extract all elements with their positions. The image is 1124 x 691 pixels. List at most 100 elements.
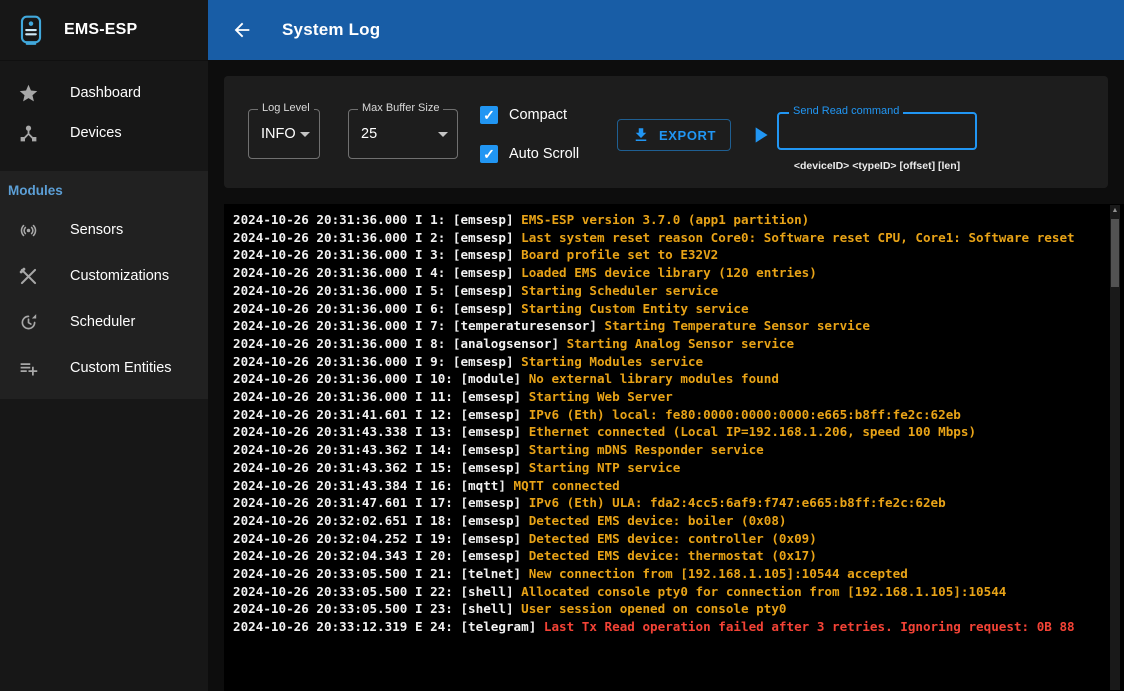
- max-buffer-size-select[interactable]: Max Buffer Size 25: [348, 109, 458, 159]
- log-console[interactable]: 2024-10-26 20:31:36.000 I 1: [emsesp] EM…: [224, 204, 1124, 691]
- top-app-bar: System Log: [208, 0, 1124, 60]
- log-line-message: Last Tx Read operation failed after 3 re…: [544, 619, 1075, 634]
- sidebar-item-devices[interactable]: Devices: [0, 113, 208, 153]
- schedule-update-icon: [16, 310, 40, 334]
- send-read-command-label: Send Read command: [789, 105, 903, 117]
- content: Log Level INFO Max Buffer Size 25 Compac…: [208, 60, 1124, 691]
- log-line-prefix: 2024-10-26 20:31:36.000 I 4: [emsesp]: [233, 265, 521, 280]
- page-title: System Log: [282, 20, 380, 40]
- log-line-prefix: 2024-10-26 20:33:12.319 E 24: [telegram]: [233, 619, 544, 634]
- log-lines: 2024-10-26 20:31:36.000 I 1: [emsesp] EM…: [224, 204, 1124, 636]
- log-line-prefix: 2024-10-26 20:31:36.000 I 2: [emsesp]: [233, 230, 521, 245]
- log-line: 2024-10-26 20:31:43.362 I 15: [emsesp] S…: [233, 459, 1108, 477]
- max-buffer-size-label: Max Buffer Size: [358, 102, 443, 114]
- log-line-prefix: 2024-10-26 20:32:02.651 I 18: [emsesp]: [233, 513, 529, 528]
- log-line-message: EMS-ESP version 3.7.0 (app1 partition): [521, 212, 809, 227]
- log-line: 2024-10-26 20:33:05.500 I 22: [shell] Al…: [233, 583, 1108, 601]
- log-line: 2024-10-26 20:31:36.000 I 9: [emsesp] St…: [233, 353, 1108, 371]
- app-logo-icon: [14, 13, 48, 47]
- log-line-message: New connection from [192.168.1.105]:1054…: [529, 566, 908, 581]
- send-read-command-field: Send Read command: [777, 112, 977, 150]
- sidebar-item-sensors[interactable]: Sensors: [0, 207, 208, 253]
- log-line-message: Last system reset reason Core0: Software…: [521, 230, 1075, 245]
- log-line-message: Loaded EMS device library (120 entries): [521, 265, 817, 280]
- log-line-message: Starting Modules service: [521, 354, 703, 369]
- send-read-command-input[interactable]: [779, 114, 975, 148]
- log-line: 2024-10-26 20:31:36.000 I 7: [temperatur…: [233, 317, 1108, 335]
- log-line-prefix: 2024-10-26 20:31:43.362 I 14: [emsesp]: [233, 442, 529, 457]
- log-line: 2024-10-26 20:32:04.343 I 20: [emsesp] D…: [233, 547, 1108, 565]
- log-level-select[interactable]: Log Level INFO: [248, 109, 320, 159]
- log-line-prefix: 2024-10-26 20:31:41.601 I 12: [emsesp]: [233, 407, 529, 422]
- log-line-message: Starting Web Server: [529, 389, 673, 404]
- sidebar-item-dashboard[interactable]: Dashboard: [0, 73, 208, 113]
- auto-scroll-checkbox-label: Auto Scroll: [509, 146, 579, 162]
- back-button[interactable]: [230, 18, 254, 42]
- app-name: EMS-ESP: [64, 21, 137, 39]
- modules-section-header: Modules: [0, 173, 208, 207]
- log-line: 2024-10-26 20:31:36.000 I 11: [emsesp] S…: [233, 388, 1108, 406]
- log-line-message: Ethernet connected (Local IP=192.168.1.2…: [529, 424, 976, 439]
- log-line-message: MQTT connected: [514, 478, 620, 493]
- compact-checkbox-row: Compact: [480, 103, 567, 127]
- log-line-message: Starting Temperature Sensor service: [605, 318, 870, 333]
- log-line: 2024-10-26 20:31:43.384 I 16: [mqtt] MQT…: [233, 477, 1108, 495]
- log-line-message: No external library modules found: [529, 371, 779, 386]
- auto-scroll-checkbox[interactable]: [480, 145, 498, 163]
- sidebar-item-customizations[interactable]: Customizations: [0, 253, 208, 299]
- log-line-message: Starting Scheduler service: [521, 283, 718, 298]
- log-line-prefix: 2024-10-26 20:31:43.338 I 13: [emsesp]: [233, 424, 529, 439]
- export-button[interactable]: EXPORT: [617, 119, 731, 151]
- sidebar-item-label: Customizations: [70, 268, 169, 284]
- arrow-back-icon: [231, 19, 253, 41]
- log-line-message: IPv6 (Eth) ULA: fda2:4cc5:6af9:f747:e665…: [529, 495, 946, 510]
- console-scrollbar[interactable]: [1110, 205, 1120, 690]
- log-line-prefix: 2024-10-26 20:33:05.500 I 22: [shell]: [233, 584, 521, 599]
- log-line: 2024-10-26 20:31:36.000 I 8: [analogsens…: [233, 335, 1108, 353]
- log-line-message: Starting Custom Entity service: [521, 301, 748, 316]
- sidebar-item-scheduler[interactable]: Scheduler: [0, 299, 208, 345]
- log-line-message: IPv6 (Eth) local: fe80:0000:0000:0000:e6…: [529, 407, 961, 422]
- log-line-prefix: 2024-10-26 20:31:36.000 I 7: [temperatur…: [233, 318, 605, 333]
- play-arrow-icon: [747, 122, 773, 148]
- log-line-message: Starting NTP service: [529, 460, 681, 475]
- log-line: 2024-10-26 20:31:36.000 I 4: [emsesp] Lo…: [233, 264, 1108, 282]
- compact-checkbox[interactable]: [480, 106, 498, 124]
- star-icon: [16, 81, 40, 105]
- log-line: 2024-10-26 20:31:36.000 I 6: [emsesp] St…: [233, 300, 1108, 318]
- sidebar-item-label: Dashboard: [70, 85, 141, 101]
- sidebar-header: EMS-ESP: [0, 0, 208, 61]
- send-read-command-helper: <deviceID> <typeID> [offset] [len]: [777, 160, 977, 172]
- log-line: 2024-10-26 20:31:36.000 I 2: [emsesp] La…: [233, 229, 1108, 247]
- log-line: 2024-10-26 20:33:12.319 E 24: [telegram]…: [233, 618, 1108, 636]
- log-line-prefix: 2024-10-26 20:32:04.343 I 20: [emsesp]: [233, 548, 529, 563]
- log-line: 2024-10-26 20:32:02.651 I 18: [emsesp] D…: [233, 512, 1108, 530]
- chevron-down-icon: [300, 132, 310, 137]
- sidebar: EMS-ESP Dashboard Devices Modules: [0, 0, 208, 691]
- log-line-prefix: 2024-10-26 20:31:43.384 I 16: [mqtt]: [233, 478, 514, 493]
- log-line-prefix: 2024-10-26 20:31:43.362 I 15: [emsesp]: [233, 460, 529, 475]
- log-level-label: Log Level: [258, 102, 314, 114]
- log-line: 2024-10-26 20:31:36.000 I 3: [emsesp] Bo…: [233, 246, 1108, 264]
- log-line-message: Starting Analog Sensor service: [567, 336, 794, 351]
- log-line: 2024-10-26 20:31:36.000 I 10: [module] N…: [233, 370, 1108, 388]
- log-line: 2024-10-26 20:31:36.000 I 1: [emsesp] EM…: [233, 211, 1108, 229]
- export-button-label: EXPORT: [659, 128, 716, 143]
- log-line-prefix: 2024-10-26 20:31:47.601 I 17: [emsesp]: [233, 495, 529, 510]
- log-line-message: User session opened on console pty0: [521, 601, 786, 616]
- log-line-prefix: 2024-10-26 20:32:04.252 I 19: [emsesp]: [233, 531, 529, 546]
- sidebar-item-custom-entities[interactable]: Custom Entities: [0, 345, 208, 391]
- log-line-prefix: 2024-10-26 20:33:05.500 I 23: [shell]: [233, 601, 521, 616]
- scroll-up-arrow-icon[interactable]: [1110, 205, 1120, 217]
- log-line-prefix: 2024-10-26 20:31:36.000 I 3: [emsesp]: [233, 247, 521, 262]
- log-line-prefix: 2024-10-26 20:31:36.000 I 6: [emsesp]: [233, 301, 521, 316]
- log-line-prefix: 2024-10-26 20:33:05.500 I 21: [telnet]: [233, 566, 529, 581]
- log-line: 2024-10-26 20:31:36.000 I 5: [emsesp] St…: [233, 282, 1108, 300]
- send-command-button[interactable]: [747, 122, 773, 148]
- log-line-prefix: 2024-10-26 20:31:36.000 I 5: [emsesp]: [233, 283, 521, 298]
- device-hub-icon: [16, 121, 40, 145]
- console-scrollbar-thumb[interactable]: [1111, 219, 1119, 287]
- sidebar-modules-section: Modules Sensors: [0, 171, 208, 399]
- tools-icon: [16, 264, 40, 288]
- log-line-message: Allocated console pty0 for connection fr…: [521, 584, 1006, 599]
